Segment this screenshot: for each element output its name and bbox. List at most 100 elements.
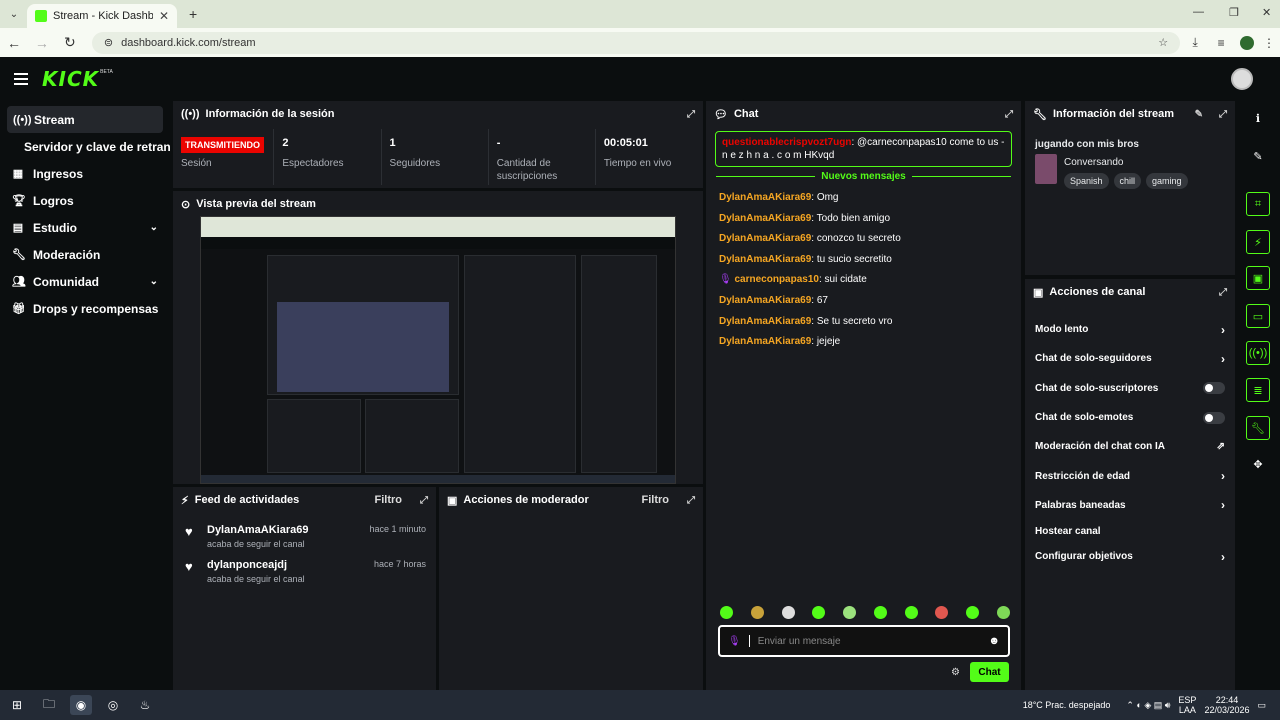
tag-chip[interactable]: gaming: [1146, 173, 1188, 189]
chat-username[interactable]: DylanAmaAKiara69: [719, 233, 811, 244]
emote-icon[interactable]: [750, 606, 764, 619]
site-info-icon[interactable]: ⊜: [104, 36, 113, 49]
ai-moderation-action[interactable]: Moderación del chat con IA ⇗: [1025, 432, 1235, 461]
expand-icon[interactable]: ⤢: [687, 495, 695, 506]
chrome-icon[interactable]: ◉: [70, 695, 92, 715]
bolt-widget-icon[interactable]: ⚡︎: [1246, 230, 1270, 254]
chat-username[interactable]: DylanAmaAKiara69: [719, 316, 811, 327]
notifications-icon[interactable]: ▭: [1257, 700, 1266, 711]
wrench-widget-icon[interactable]: 🔧︎: [1246, 416, 1270, 440]
file-explorer-icon[interactable]: 🗀: [38, 695, 60, 715]
emote-icon[interactable]: [812, 606, 826, 619]
steam-icon[interactable]: ♨: [134, 695, 156, 715]
profile-avatar[interactable]: [1240, 35, 1255, 50]
emote-icon[interactable]: [904, 606, 918, 619]
close-tab-icon[interactable]: ✕: [159, 9, 169, 23]
language-indicator[interactable]: ESP LAA: [1178, 695, 1196, 715]
emote-icon[interactable]: [966, 606, 980, 619]
add-widget-icon[interactable]: ✥: [1246, 452, 1270, 476]
category-name[interactable]: Conversando: [1064, 157, 1188, 168]
tag-chip[interactable]: Spanish: [1064, 173, 1109, 189]
followers-only-action[interactable]: Chat de solo-seguidores ›: [1025, 344, 1235, 373]
tray-icons[interactable]: ⌃ ◐ ◈ ▤ 🔊︎: [1126, 700, 1170, 711]
expand-icon[interactable]: ⤢: [1005, 109, 1013, 120]
chat-widget-icon[interactable]: ▭: [1246, 304, 1270, 328]
clock[interactable]: 22:44 22/03/2026: [1204, 695, 1249, 715]
mod-widget-icon[interactable]: ▣: [1246, 266, 1270, 290]
reload-icon[interactable]: ↻: [56, 34, 84, 51]
back-icon[interactable]: ←: [0, 35, 28, 51]
kick-logo[interactable]: KICK: [42, 67, 99, 91]
pinned-user[interactable]: questionablecrispvozt7ugn: [722, 137, 851, 148]
edit-pencil-icon[interactable]: ✎: [1195, 109, 1203, 120]
new-messages-divider[interactable]: Nuevos mensajes: [716, 171, 1011, 182]
sidebar-item-moderacion[interactable]: 🔧︎ Moderación: [0, 241, 170, 268]
emote-icon[interactable]: [935, 606, 949, 619]
slow-mode-action[interactable]: Modo lento ›: [1025, 315, 1235, 344]
sidebar-item-comunidad[interactable]: 👥︎ Comunidad ⌄: [0, 268, 170, 295]
weather-widget[interactable]: 18°C Prac. despejado: [1023, 700, 1111, 710]
filter-button[interactable]: Filtro: [642, 494, 670, 506]
sidebar-item-drops[interactable]: 🎁︎ Drops y recompensas: [0, 295, 170, 322]
expand-icon[interactable]: ⤢: [420, 495, 428, 506]
close-window-icon[interactable]: ✕: [1262, 6, 1271, 19]
sidebar-item-server-key[interactable]: Servidor y clave de retransmisión: [0, 133, 170, 160]
chat-username[interactable]: DylanAmaAKiara69: [719, 254, 811, 265]
reading-list-icon[interactable]: ≡: [1210, 36, 1232, 50]
tab-list-icon[interactable]: ⌄: [7, 7, 21, 21]
subs-only-toggle[interactable]: [1203, 382, 1225, 395]
emotes-only-toggle[interactable]: [1203, 411, 1225, 424]
chat-settings-gear-icon[interactable]: ⚙: [951, 667, 960, 678]
expand-icon[interactable]: ⤢: [1219, 287, 1227, 298]
host-channel-action[interactable]: Hostear canal: [1025, 520, 1235, 542]
tag-chip[interactable]: chill: [1113, 173, 1142, 189]
forward-icon[interactable]: →: [28, 35, 56, 51]
chat-username[interactable]: DylanAmaAKiara69: [719, 192, 811, 203]
chat-username[interactable]: carneconpapas10: [734, 274, 819, 285]
edit-pencil-icon[interactable]: ✎: [1246, 144, 1270, 168]
category-thumbnail[interactable]: [1035, 154, 1057, 184]
chat-username[interactable]: DylanAmaAKiara69: [719, 295, 811, 306]
browser-tab[interactable]: Stream - Kick Dashboard ✕: [27, 4, 177, 28]
session-widget-icon[interactable]: ⌗: [1246, 192, 1270, 216]
emote-icon[interactable]: [873, 606, 887, 619]
sidebar-item-logros[interactable]: 🏆︎ Logros: [0, 187, 170, 214]
download-icon[interactable]: ⤓: [1184, 35, 1206, 50]
filter-button[interactable]: Filtro: [375, 494, 403, 506]
send-chat-button[interactable]: Chat: [970, 662, 1009, 682]
minimize-icon[interactable]: —: [1193, 6, 1204, 18]
broadcast-widget-icon[interactable]: ((•)): [1246, 341, 1270, 365]
chat-input[interactable]: 🎙︎ Enviar un mensaje ☻: [718, 625, 1010, 657]
actions-widget-icon[interactable]: ≣: [1246, 378, 1270, 402]
age-restriction-action[interactable]: Restricción de edad ›: [1025, 461, 1235, 490]
hamburger-menu-icon[interactable]: [14, 72, 28, 85]
emote-icon[interactable]: [781, 606, 795, 619]
new-tab-icon[interactable]: +: [189, 6, 197, 22]
expand-icon[interactable]: ⤢: [1219, 109, 1227, 120]
bookmark-star-icon[interactable]: ☆: [1158, 36, 1168, 49]
restore-icon[interactable]: ❐: [1229, 6, 1239, 19]
mic-icon[interactable]: 🎙︎: [728, 636, 741, 647]
banned-words-action[interactable]: Palabras baneadas ›: [1025, 491, 1235, 520]
expand-icon[interactable]: ⤢: [687, 109, 695, 120]
emote-icon[interactable]: [996, 606, 1010, 619]
emote-icon[interactable]: [720, 606, 733, 619]
sidebar-item-ingresos[interactable]: ▦ Ingresos: [0, 160, 170, 187]
emote-icon[interactable]: [843, 606, 857, 619]
feed-user[interactable]: DylanAmaAKiara69: [207, 524, 309, 536]
info-icon[interactable]: ℹ: [1246, 106, 1270, 130]
address-bar[interactable]: ⊜ dashboard.kick.com/stream ☆: [91, 31, 1181, 54]
obs-icon[interactable]: ◎: [102, 695, 124, 715]
emoji-picker-icon[interactable]: ☻: [988, 635, 1000, 647]
menu-kebab-icon[interactable]: ⋮: [1258, 36, 1280, 50]
chat-username[interactable]: DylanAmaAKiara69: [719, 213, 811, 224]
feed-user[interactable]: dylanponceajdj: [207, 559, 305, 571]
user-avatar[interactable]: [1231, 68, 1253, 90]
goals-action[interactable]: Configurar objetivos ›: [1025, 542, 1235, 571]
windows-start-icon[interactable]: ⊞: [6, 695, 28, 715]
sidebar-item-stream[interactable]: ((•)) Stream: [7, 106, 163, 133]
chat-username[interactable]: DylanAmaAKiara69: [719, 336, 811, 347]
stream-video-preview[interactable]: [200, 216, 676, 484]
sidebar-item-estudio[interactable]: ▤ Estudio ⌄: [0, 214, 170, 241]
pinned-message[interactable]: questionablecrispvozt7ugn: @carneconpapa…: [715, 131, 1012, 167]
